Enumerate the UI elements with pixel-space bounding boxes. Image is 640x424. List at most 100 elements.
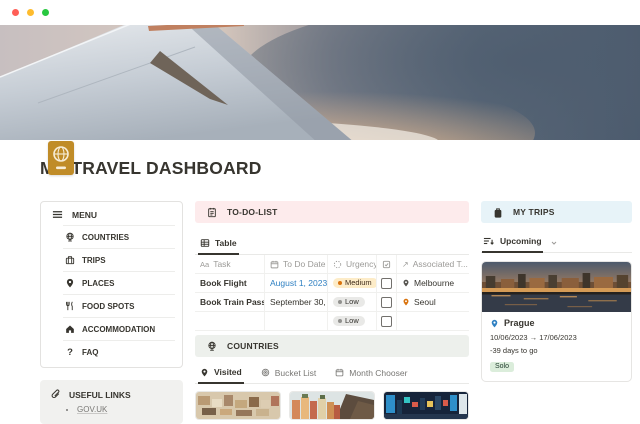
column-header-associated[interactable]: ↗ Associated T... <box>397 255 469 273</box>
urgency-pill-low: Low <box>333 297 365 308</box>
sidebar-item-trips[interactable]: TRIPS <box>63 248 175 271</box>
trips-view-tabs: Upcoming <box>481 233 632 253</box>
todo-view-tabs: Table <box>195 235 469 255</box>
trips-column: MY TRIPS Upcoming <box>481 201 632 382</box>
gallery-card-night-city[interactable] <box>383 391 469 420</box>
hamburger-icon <box>52 209 63 220</box>
tab-visited[interactable]: Visited <box>198 364 244 384</box>
tab-upcoming[interactable]: Upcoming <box>482 233 543 253</box>
cell-date[interactable]: September 30, 202 <box>265 293 328 311</box>
status-icon <box>333 260 342 269</box>
tab-table-view[interactable]: Table <box>198 235 239 255</box>
list-item: GOV.UK <box>77 405 173 414</box>
page-title: MY TRAVEL DASHBOARD <box>40 158 640 179</box>
cell-task[interactable]: Book Flight <box>195 274 265 292</box>
target-icon <box>261 368 270 377</box>
question-icon: ? <box>65 347 75 358</box>
checkbox-icon <box>382 260 391 269</box>
column-header-checkbox[interactable] <box>377 255 397 273</box>
trip-card-body: Prague 10/06/2023 → 17/06/2023 -39 days … <box>482 312 631 381</box>
trips-section-title: MY TRIPS <box>513 207 555 217</box>
todo-table-header: Aa Task To Do Date Urgency <box>195 255 469 274</box>
menu-box: MENU COUNTRIES TRIPS PLACES <box>40 201 183 368</box>
countries-tabs: Visited Bucket List Month Chooser <box>195 364 469 384</box>
column-header-urgency[interactable]: Urgency <box>328 255 377 273</box>
chevron-down-icon[interactable] <box>550 239 558 247</box>
urgency-pill-medium: Medium <box>333 278 377 289</box>
menu-label: MENU <box>72 210 97 220</box>
column-header-date[interactable]: To Do Date <box>265 255 328 273</box>
urgency-pill-low: Low <box>333 316 365 327</box>
page-icon-passport <box>48 141 74 175</box>
table-row: Book Train Pass September 30, 202 Low Se… <box>195 293 469 312</box>
cell-checkbox <box>377 293 397 311</box>
useful-links-box: USEFUL LINKS GOV.UK <box>40 380 183 424</box>
useful-links-header: USEFUL LINKS <box>50 389 173 400</box>
sidebar-item-accommodation[interactable]: ACCOMMODATION <box>63 317 175 340</box>
cell-urgency[interactable]: Medium <box>328 274 377 292</box>
cell-urgency[interactable]: Low <box>328 312 377 330</box>
relation-arrow-icon: ↗ <box>402 260 409 269</box>
tab-bucket-list[interactable]: Bucket List <box>259 364 319 383</box>
link-gov-uk[interactable]: GOV.UK <box>77 405 107 414</box>
minimize-window-button[interactable] <box>27 9 34 16</box>
trip-card-image <box>482 262 631 312</box>
sidebar: MENU COUNTRIES TRIPS PLACES <box>40 201 183 424</box>
globe-icon <box>65 232 75 242</box>
pin-icon <box>200 368 209 377</box>
trip-tag-solo: Solo <box>490 362 514 372</box>
sidebar-item-faq[interactable]: ? FAQ <box>63 340 175 364</box>
column-header-task[interactable]: Aa Task <box>195 255 265 273</box>
row-checkbox[interactable] <box>381 316 392 327</box>
todo-section-title: TO-DO-LIST <box>227 207 277 217</box>
cell-date[interactable]: August 1, 2023 <box>265 274 328 292</box>
sidebar-item-countries[interactable]: COUNTRIES <box>63 225 175 248</box>
cell-associated[interactable] <box>397 312 469 330</box>
paperclip-icon <box>50 389 61 400</box>
trip-dates: 10/06/2023 → 17/06/2023 <box>490 333 623 342</box>
window-titlebar <box>0 0 640 25</box>
row-checkbox[interactable] <box>381 297 392 308</box>
trip-card-prague[interactable]: Prague 10/06/2023 → 17/06/2023 -39 days … <box>481 261 632 382</box>
row-checkbox[interactable] <box>381 278 392 289</box>
trip-name: Prague <box>504 318 535 328</box>
cell-task[interactable]: Book Train Pass <box>195 293 265 311</box>
trip-name-row: Prague <box>490 318 623 328</box>
table-row: Book Flight August 1, 2023 Medium Melbou… <box>195 274 469 293</box>
gallery-card-rooftops[interactable] <box>195 391 281 420</box>
cell-urgency[interactable]: Low <box>328 293 377 311</box>
cell-task[interactable] <box>195 312 265 330</box>
cutlery-icon <box>65 301 75 311</box>
pin-icon <box>65 278 75 288</box>
notepad-icon <box>207 207 217 218</box>
sort-icon <box>483 236 494 246</box>
table-icon <box>200 238 210 248</box>
pin-icon <box>490 319 499 328</box>
countries-gallery <box>195 391 469 420</box>
countries-section-title: COUNTRIES <box>227 341 279 351</box>
close-window-button[interactable] <box>12 9 19 16</box>
todo-table: Aa Task To Do Date Urgency <box>195 255 469 331</box>
tab-month-chooser[interactable]: Month Chooser <box>333 364 409 383</box>
pin-icon <box>402 279 410 287</box>
sidebar-item-food-spots[interactable]: FOOD SPOTS <box>63 294 175 317</box>
cell-associated[interactable]: Melbourne <box>397 274 469 292</box>
main-column: TO-DO-LIST Table Aa Task To <box>195 201 469 420</box>
globe-icon <box>207 341 217 352</box>
cell-checkbox <box>377 312 397 330</box>
pin-icon <box>402 298 410 306</box>
cell-date[interactable] <box>265 312 328 330</box>
calendar-icon <box>270 260 279 269</box>
cell-checkbox <box>377 274 397 292</box>
zoom-window-button[interactable] <box>42 9 49 16</box>
cell-associated[interactable]: Seoul <box>397 293 469 311</box>
house-icon <box>65 324 75 334</box>
gallery-card-coastal-town[interactable] <box>289 391 375 420</box>
text-property-icon: Aa <box>200 260 209 269</box>
todo-section-header: TO-DO-LIST <box>195 201 469 223</box>
countries-section-header: COUNTRIES <box>195 335 469 357</box>
trips-section-header: MY TRIPS <box>481 201 632 223</box>
menu-header: MENU <box>41 203 182 225</box>
cover-image-airplane-wing <box>0 25 640 140</box>
sidebar-item-places[interactable]: PLACES <box>63 271 175 294</box>
